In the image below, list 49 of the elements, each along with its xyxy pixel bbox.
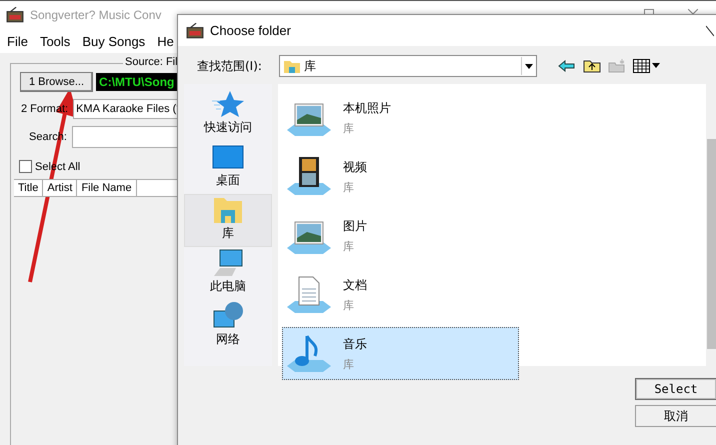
folder-type: 库 (343, 356, 355, 372)
folder-type: 库 (343, 298, 355, 312)
document-icon (287, 274, 331, 314)
radio-icon (6, 7, 24, 23)
folder-item[interactable]: 音乐 库 (282, 327, 519, 380)
look-in-label: 查找范围(I): (197, 58, 262, 74)
folder-item[interactable]: 图片 库 (282, 209, 519, 262)
menu-item[interactable]: Tools (40, 34, 70, 48)
group-label: Source: Fil (123, 56, 180, 68)
dialog-button[interactable]: Select (635, 378, 716, 400)
star-icon (212, 89, 244, 119)
radio-icon (186, 22, 204, 38)
places-item[interactable]: 网络 (184, 300, 272, 353)
column-header[interactable]: File Name (77, 180, 137, 196)
browse-button[interactable]: 1 Browse... (20, 72, 94, 92)
places-item[interactable]: 桌面 (184, 141, 272, 194)
places-item[interactable]: 此电脑 (184, 247, 272, 300)
folder-name: 文档 (343, 276, 367, 294)
checkbox[interactable] (19, 160, 32, 173)
back-icon[interactable] (558, 60, 576, 72)
film-icon (287, 156, 331, 196)
folder-icon (284, 59, 300, 73)
folder-name: 本机照片 (343, 100, 391, 116)
view-menu-icon[interactable] (632, 59, 661, 73)
folder-type: 库 (343, 120, 355, 136)
folder-item[interactable]: 本机照片 库 (282, 91, 519, 144)
computer-icon (212, 248, 244, 278)
up-folder-icon[interactable] (582, 59, 601, 73)
music-note-icon (287, 334, 331, 374)
folder-name: 视频 (343, 158, 367, 176)
folder-type: 库 (343, 238, 355, 254)
menu-item[interactable]: Buy Songs (82, 34, 146, 48)
menu-item[interactable]: He (157, 34, 174, 48)
places-item[interactable]: 库 (184, 194, 272, 247)
column-header[interactable]: Artist (43, 180, 78, 196)
window-title: Songverter? Music Conv (30, 8, 162, 22)
folder-type: 库 (343, 180, 355, 194)
folder-item[interactable]: 文档 库 (282, 268, 519, 321)
folder-item[interactable]: 视频 库 (282, 150, 519, 203)
dialog-title: Choose folder (210, 23, 291, 38)
menu-item[interactable]: File (7, 34, 28, 48)
folder-icon (212, 195, 244, 225)
path-display: C:\MTU\Song (96, 73, 178, 91)
folder-name: 图片 (343, 218, 367, 234)
column-header[interactable]: Title (14, 180, 44, 196)
folder-name: 音乐 (343, 336, 367, 352)
dropdown-arrow-icon[interactable] (524, 64, 533, 68)
look-in-dropdown[interactable]: 库 (278, 55, 537, 77)
dialog-button[interactable]: 取消 (635, 405, 716, 427)
